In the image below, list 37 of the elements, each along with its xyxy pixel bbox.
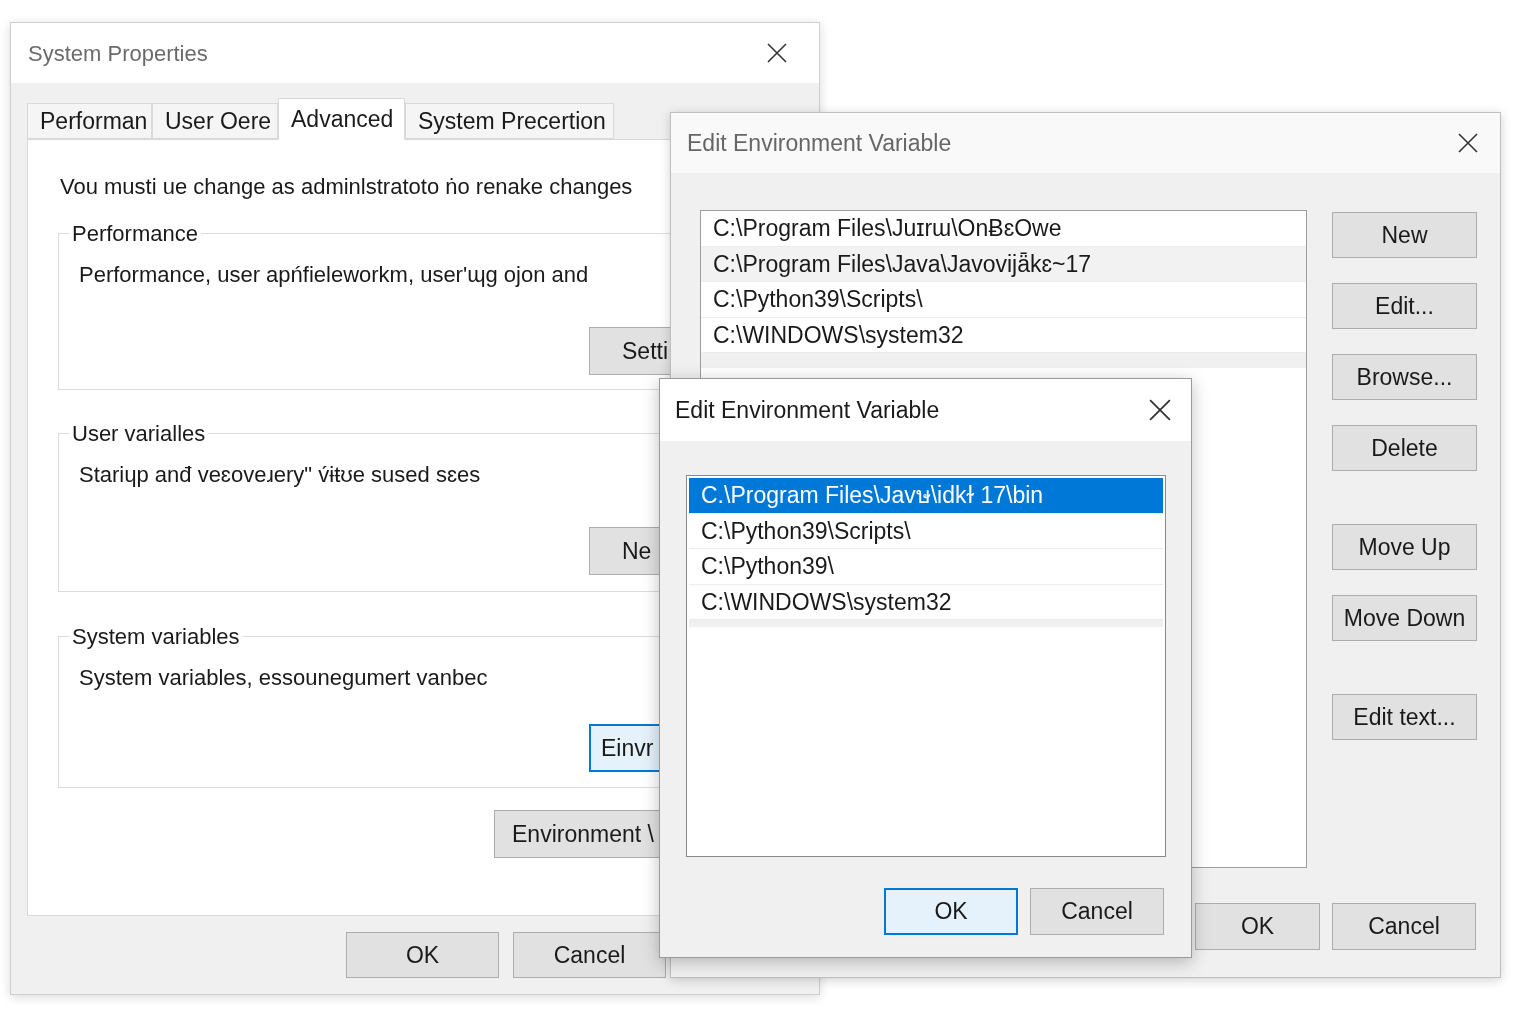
button[interactable]: Browse... (1332, 354, 1477, 400)
list-item[interactable]: C.\Program Files\Javษ\idkɫ 17\bin (689, 478, 1163, 514)
close-icon[interactable] (767, 43, 787, 63)
close-icon[interactable] (1149, 399, 1171, 421)
button[interactable]: Delete (1332, 425, 1477, 471)
list-item[interactable]: C:\Python39\Scripts\ (701, 282, 1306, 318)
button[interactable]: Move Up (1332, 524, 1477, 570)
list-item[interactable]: C:\Python39\Scripts\ (689, 513, 1163, 549)
close-icon[interactable] (1458, 133, 1478, 153)
window-title: Edit Environment Variable (675, 395, 940, 425)
tab[interactable]: Performan (27, 103, 152, 139)
button[interactable]: New (1332, 212, 1477, 258)
button[interactable]: OK (884, 888, 1018, 935)
tab[interactable]: Advanced (278, 98, 405, 140)
button[interactable]: Cancel (1030, 888, 1164, 935)
list-item[interactable]: C:\Program Files\Juɪrɯ\OnɃɛOwe (701, 211, 1306, 247)
window-title: Edit Environment Variable (687, 128, 952, 158)
group-title: Performance (71, 220, 199, 248)
list-item[interactable]: C:\Program Files\Java\Javovijǟkɛ~17 (701, 246, 1306, 282)
window-title: System Properties (28, 39, 208, 68)
group-title: User varialles (71, 420, 207, 448)
group-description: Stariɥp anđ veɛoveɹery" v́ɨŧʊe sused sɛes (79, 461, 482, 489)
tab[interactable]: System Precertion (405, 103, 614, 139)
tab[interactable]: User Oere (152, 103, 278, 139)
list-item[interactable]: C:\WINDOWS\system32 (701, 317, 1306, 353)
button[interactable]: OK (1195, 903, 1320, 950)
button[interactable]: Edit text... (1332, 694, 1477, 740)
button[interactable]: Edit... (1332, 283, 1477, 329)
button[interactable]: Cancel (513, 932, 666, 978)
admin-note: Vou musti ue change as adminlstratoto ṅo renake changes (60, 173, 634, 201)
group-title: System variables (71, 623, 241, 651)
list-item[interactable]: C:\Python39\ (689, 549, 1163, 585)
button[interactable]: Move Down (1332, 595, 1477, 641)
list-item[interactable]: C:\WINDOWS\system32 (689, 584, 1163, 620)
group-description: System variables, essounegumert vanbec (79, 664, 489, 692)
button[interactable]: Cancel (1332, 903, 1476, 950)
button[interactable]: OK (346, 932, 499, 978)
